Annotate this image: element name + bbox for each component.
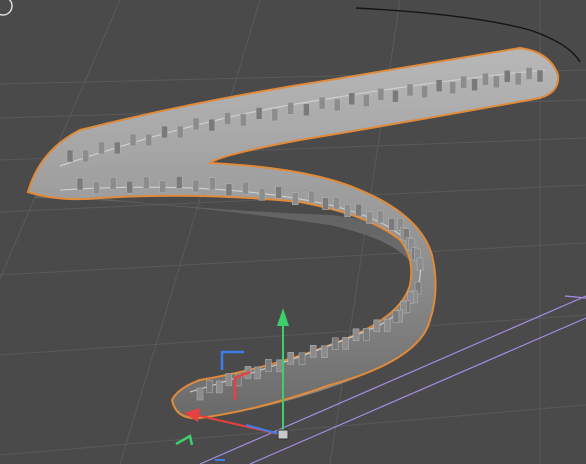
tread-block bbox=[514, 72, 522, 86]
tread-block bbox=[388, 218, 395, 231]
tread-block bbox=[145, 133, 153, 147]
tread-block bbox=[449, 81, 456, 94]
tread-block bbox=[192, 179, 200, 193]
tread-block bbox=[377, 210, 384, 224]
tread-block bbox=[225, 373, 233, 386]
tread-block bbox=[287, 352, 295, 365]
tread-block bbox=[406, 83, 414, 97]
tread-block bbox=[536, 69, 544, 83]
tread-block bbox=[342, 337, 349, 350]
tread-block bbox=[344, 204, 351, 217]
tread-block bbox=[109, 177, 117, 190]
tread-block bbox=[373, 319, 381, 333]
tread-block bbox=[435, 79, 443, 92]
tread-block bbox=[460, 75, 467, 89]
tread-block bbox=[334, 98, 341, 112]
tread-block bbox=[66, 149, 74, 163]
tread-block bbox=[275, 186, 282, 199]
tread-block bbox=[471, 78, 478, 91]
tread-block bbox=[352, 328, 360, 342]
tread-block bbox=[208, 118, 216, 132]
spline-curve[interactable] bbox=[355, 7, 581, 63]
tread-block bbox=[82, 149, 90, 163]
tread-block bbox=[242, 181, 249, 195]
tread-block bbox=[392, 310, 400, 324]
tread-block bbox=[363, 328, 370, 341]
tread-block bbox=[383, 319, 391, 332]
tread-block bbox=[76, 177, 84, 191]
gizmo-y-arrow[interactable] bbox=[277, 308, 289, 326]
tread-block bbox=[331, 337, 339, 351]
tread-block bbox=[225, 183, 233, 197]
tread-block bbox=[421, 85, 428, 99]
tread-block bbox=[159, 180, 167, 193]
tread-block bbox=[93, 181, 100, 194]
3d-viewport[interactable] bbox=[0, 0, 586, 464]
tread-block bbox=[265, 359, 272, 372]
tread-block bbox=[98, 141, 105, 155]
tread-block bbox=[255, 107, 263, 120]
tread-block bbox=[114, 141, 121, 155]
circle-icon[interactable] bbox=[0, 0, 13, 16]
tread-block bbox=[298, 352, 306, 366]
tread-block bbox=[176, 176, 183, 189]
tread-block bbox=[271, 108, 279, 122]
tread-block bbox=[276, 359, 283, 373]
tread-block bbox=[493, 75, 500, 89]
tread-block bbox=[333, 196, 340, 210]
tread-block bbox=[366, 211, 373, 224]
tread-block bbox=[126, 180, 133, 194]
tread-block bbox=[348, 92, 356, 105]
tread-block bbox=[258, 188, 266, 201]
tread-block bbox=[240, 113, 247, 127]
tread-block bbox=[206, 380, 213, 393]
viewport-canvas[interactable] bbox=[0, 0, 586, 464]
tread-block bbox=[321, 345, 328, 359]
tread-block bbox=[318, 97, 326, 110]
gizmo-plane-handle-z[interactable] bbox=[220, 350, 244, 370]
tread-block bbox=[309, 345, 317, 358]
tread-block bbox=[363, 94, 370, 107]
tread-block bbox=[224, 112, 231, 125]
tread-block bbox=[377, 88, 385, 101]
tread-block bbox=[525, 67, 533, 80]
tread-block bbox=[254, 366, 261, 380]
tread-block bbox=[355, 203, 362, 217]
tread-block bbox=[392, 89, 399, 103]
tread-block bbox=[482, 73, 489, 86]
tread-block bbox=[192, 117, 200, 131]
tread-block bbox=[291, 192, 299, 205]
gizmo-plane-handle-y[interactable] bbox=[175, 434, 194, 446]
tread-block bbox=[322, 197, 329, 210]
tread-block bbox=[287, 102, 294, 115]
tread-block bbox=[177, 125, 184, 139]
tread-block bbox=[196, 387, 204, 401]
tread-block bbox=[142, 176, 150, 190]
tread-block bbox=[303, 103, 310, 117]
gizmo-center[interactable] bbox=[277, 429, 289, 440]
tread-block bbox=[215, 380, 223, 394]
tread-block bbox=[161, 125, 168, 139]
tread-block bbox=[209, 177, 216, 190]
tread-block bbox=[504, 70, 511, 83]
tread-block bbox=[308, 190, 315, 204]
tread-block bbox=[416, 257, 424, 271]
tread-block bbox=[129, 133, 137, 147]
